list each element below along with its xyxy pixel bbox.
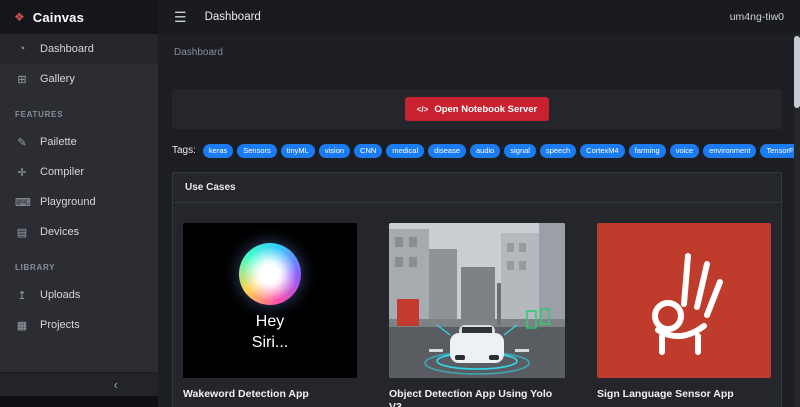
projects-icon: ▦	[16, 319, 28, 332]
siri-caption-line: Hey	[255, 312, 285, 330]
sidebar-section-features: FEATURES	[15, 110, 64, 119]
sidebar-section-library: LIBRARY	[15, 263, 56, 272]
tag-cortexm4[interactable]: CortexM4	[580, 144, 625, 158]
devices-icon: ▤	[16, 226, 28, 239]
card-title: Object Detection App Using Yolo V3	[389, 387, 553, 407]
siri-caption-line: Siri...	[251, 334, 289, 352]
tag-disease[interactable]: disease	[428, 144, 466, 158]
tag-environment[interactable]: environment	[703, 144, 757, 158]
sidebar-item-label: Devices	[40, 226, 80, 238]
use-cases-panel: Use Cases Hey Siri... Wakeword Detection…	[172, 171, 782, 407]
siri-caption: Hey Siri...	[252, 311, 288, 354]
sidebar-item-label: Gallery	[40, 73, 75, 85]
tag-tinyml[interactable]: tinyML	[280, 144, 315, 158]
sidebar-item-label: Dashboard	[40, 43, 94, 55]
brand[interactable]: ❖ Cainvas	[0, 0, 158, 34]
wakeword-card-image: Hey Siri...	[183, 222, 357, 378]
brand-logo-icon: ❖	[14, 10, 25, 24]
object-detection-card-image	[389, 222, 565, 378]
page-scrollbar-track	[794, 34, 800, 407]
sidebar-item-label: Compiler	[40, 166, 85, 178]
sidebar-item-pailette[interactable]: ✎ Pailette	[0, 127, 158, 157]
compiler-icon: ✛	[17, 166, 27, 179]
open-notebook-server-button[interactable]: </> Open Notebook Server	[404, 97, 550, 121]
sidebar-item-playground[interactable]: ⌨ Playground	[0, 187, 158, 217]
sidebar-item-label: Uploads	[40, 289, 81, 301]
header-title: Dashboard	[204, 11, 261, 23]
sidebar-item-gallery[interactable]: ⊞ Gallery	[0, 64, 158, 94]
sidebar-item-compiler[interactable]: ✛ Compiler	[0, 157, 158, 187]
sidebar-item-dashboard[interactable]: ◔ Dashboard	[0, 34, 158, 64]
tag-audio[interactable]: audio	[470, 144, 501, 158]
use-case-card-sign-language[interactable]: Sign Language Sensor App American Sign L…	[597, 222, 771, 407]
brand-name: Cainvas	[32, 9, 85, 25]
tag-sensors[interactable]: Sensors	[237, 144, 277, 158]
tags-row: Tags: keras Sensors tinyML vision CNN me…	[172, 144, 800, 158]
header-bar: ☰ Dashboard um4ng-tiw0	[158, 0, 800, 34]
sidebar-footer-strip	[0, 396, 158, 407]
sidebar-item-label: Playground	[40, 196, 96, 208]
chevron-left-icon: ‹	[113, 377, 118, 392]
sidebar: ◔ Dashboard ⊞ Gallery FEATURES ✎ Pailett…	[0, 34, 158, 407]
card-title: Sign Language Sensor App	[597, 387, 734, 400]
sidebar-item-projects[interactable]: ▦ Projects	[0, 310, 158, 340]
page-scrollbar-thumb[interactable]	[794, 36, 800, 108]
use-case-card-object-detection[interactable]: Object Detection App Using Yolo V3	[389, 222, 565, 407]
sidebar-item-devices[interactable]: ▤ Devices	[0, 217, 158, 247]
tag-speech[interactable]: speech	[539, 144, 577, 158]
use-case-card-wakeword[interactable]: Hey Siri... Wakeword Detection App Custo…	[183, 222, 357, 407]
app-header: ❖ Cainvas ☰ Dashboard um4ng-tiw0	[0, 0, 800, 34]
use-cases-grid: Hey Siri... Wakeword Detection App Custo…	[173, 203, 781, 407]
city-street-detection-illustration	[389, 222, 565, 378]
tag-cnn[interactable]: CNN	[354, 144, 383, 158]
tag-keras[interactable]: keras	[202, 144, 234, 158]
user-menu[interactable]: um4ng-tiw0	[730, 11, 784, 23]
sign-language-card-image	[597, 222, 771, 378]
tag-voice[interactable]: voice	[669, 144, 700, 158]
dashboard-icon: ◔	[18, 43, 26, 55]
gallery-icon: ⊞	[17, 73, 27, 86]
code-icon: </>	[416, 104, 429, 114]
card-title: Wakeword Detection App	[183, 387, 309, 400]
body-row: ◔ Dashboard ⊞ Gallery FEATURES ✎ Pailett…	[0, 34, 800, 407]
notebook-server-banner: </> Open Notebook Server	[172, 89, 782, 129]
use-cases-title: Use Cases	[173, 173, 781, 203]
palette-icon: ✎	[17, 136, 27, 149]
sidebar-item-uploads[interactable]: ↥ Uploads	[0, 280, 158, 310]
sidebar-item-label: Projects	[40, 319, 80, 331]
tags-label: Tags:	[172, 145, 196, 157]
hand-ok-gesture-illustration	[652, 253, 723, 355]
app-window: ❖ Cainvas ☰ Dashboard um4ng-tiw0 ◔ Dashb…	[0, 0, 800, 407]
sidebar-item-label: Pailette	[40, 136, 77, 148]
tag-signal[interactable]: signal	[504, 144, 536, 158]
siri-orb-illustration	[239, 242, 301, 305]
open-notebook-server-label: Open Notebook Server	[434, 103, 538, 115]
tag-medical[interactable]: medical	[386, 144, 425, 158]
menu-toggle-icon[interactable]: ☰	[174, 9, 187, 26]
tag-farming[interactable]: farming	[628, 144, 666, 158]
breadcrumb: Dashboard	[174, 47, 223, 58]
upload-icon: ↥	[17, 289, 27, 302]
sidebar-collapse-button[interactable]: ‹	[0, 372, 158, 396]
tag-vision[interactable]: vision	[318, 144, 351, 158]
main-content: Dashboard </> Open Notebook Server Tags:…	[158, 34, 800, 407]
playground-icon: ⌨	[15, 196, 31, 209]
